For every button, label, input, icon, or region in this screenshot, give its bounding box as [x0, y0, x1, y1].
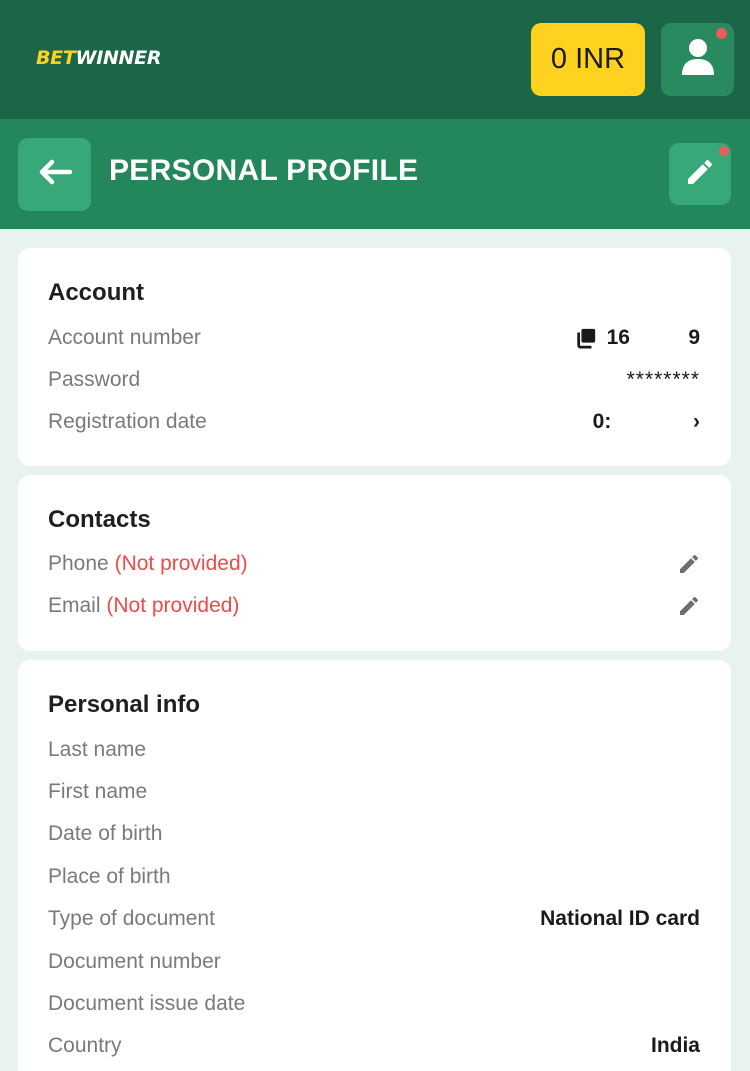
document-number-label: Document number	[48, 950, 221, 973]
document-type-label: Type of document	[48, 907, 215, 930]
pencil-icon	[684, 156, 716, 193]
account-number-text: 16 9	[606, 326, 700, 349]
phone-label: Phone	[48, 552, 109, 575]
arrow-left-icon	[38, 159, 72, 190]
last-name-label: Last name	[48, 738, 147, 761]
password-value: ********	[626, 368, 700, 391]
copy-icon[interactable]	[575, 327, 597, 349]
place-of-birth-label: Place of birth	[48, 865, 171, 888]
registration-date-value: 0: ›	[592, 410, 700, 433]
back-button[interactable]	[18, 138, 91, 211]
account-section-title: Account	[48, 279, 144, 306]
first-name-label: First name	[48, 780, 148, 803]
country-label: Country	[48, 1034, 122, 1057]
password-label: Password	[48, 368, 141, 391]
phone-row: Phone (Not provided)	[48, 552, 248, 576]
edit-phone-button[interactable]	[676, 553, 702, 579]
personal-info-section-title: Personal info	[48, 691, 201, 718]
user-icon	[681, 38, 715, 81]
notification-dot	[716, 28, 727, 39]
logo-winner: WINNER	[75, 47, 162, 69]
page-title: PERSONAL PROFILE	[109, 154, 419, 187]
edit-email-button[interactable]	[676, 595, 702, 621]
document-issue-date-label: Document issue date	[48, 992, 246, 1015]
phone-status: (Not provided)	[114, 552, 248, 575]
account-card: Account Account number 16 9 Password ***…	[18, 248, 731, 466]
account-number-value[interactable]: 16 9	[575, 326, 700, 350]
betwinner-logo[interactable]: BETWINNER	[36, 47, 161, 69]
balance-label: 0 INR	[550, 43, 626, 75]
date-of-birth-label: Date of birth	[48, 822, 163, 845]
pencil-icon	[677, 594, 701, 623]
pencil-icon	[677, 552, 701, 581]
edit-notification-dot	[719, 146, 729, 156]
email-row: Email (Not provided)	[48, 594, 239, 618]
account-number-label: Account number	[48, 326, 201, 349]
personal-info-card: Personal info Last name First name Date …	[18, 660, 731, 1071]
balance-button[interactable]: 0 INR	[531, 23, 645, 96]
email-label: Email	[48, 594, 101, 617]
contacts-section-title: Contacts	[48, 506, 151, 533]
country-value: India	[650, 1034, 700, 1057]
email-status: (Not provided)	[106, 594, 240, 617]
document-type-value: National ID card	[540, 907, 700, 930]
registration-date-label: Registration date	[48, 410, 207, 433]
contacts-card: Contacts Phone (Not provided) Email (Not…	[18, 475, 731, 651]
logo-bet: BET	[36, 47, 76, 69]
